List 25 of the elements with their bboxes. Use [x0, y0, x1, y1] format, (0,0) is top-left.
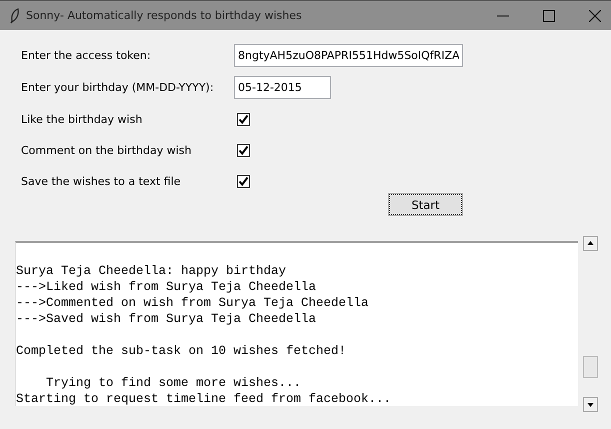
- checkbox-label: Save the wishes to a text file: [21, 174, 182, 188]
- checkbox[interactable]: [237, 112, 250, 126]
- log-line: Starting to request timeline feed from facebook...: [16, 391, 392, 406]
- start-button[interactable]: Start: [389, 194, 462, 215]
- log-line: Completed the sub-task on 10 wishes fetched!: [16, 343, 348, 359]
- log-line: --->Liked wish from Surya Teja Cheedella: [16, 279, 318, 295]
- checkbox-label: Comment on the birthday wish: [21, 144, 192, 156]
- birthday-field[interactable]: 05-12-2015: [234, 76, 331, 99]
- log-line: Trying to find some more wishes...: [45, 375, 302, 391]
- feather-icon: [10, 8, 20, 24]
- log-line: --->Saved wish from Surya Teja Cheedella: [16, 311, 318, 327]
- window-title: Sonny- Automatically responds to birthday wishes: [26, 9, 302, 22]
- log-line: Surya Teja Cheedella: happy birthday: [16, 263, 288, 279]
- checkbox[interactable]: [237, 174, 250, 188]
- maximize-icon[interactable]: [543, 10, 555, 22]
- checkbox-label: Like the birthday wish: [21, 112, 144, 126]
- scroll-up-icon[interactable]: [583, 236, 598, 251]
- scroll-thumb[interactable]: [583, 356, 598, 378]
- scrollbar[interactable]: [583, 236, 598, 412]
- scroll-down-icon[interactable]: [583, 397, 598, 412]
- field-label: Enter the access token:: [21, 49, 152, 62]
- close-icon[interactable]: [589, 10, 601, 22]
- log-line: --->Commented on wish from Surya Teja Cheedella: [16, 295, 370, 311]
- field-label: Enter your birthday (MM-DD-YYYY):: [21, 81, 215, 94]
- checkbox[interactable]: [237, 144, 250, 156]
